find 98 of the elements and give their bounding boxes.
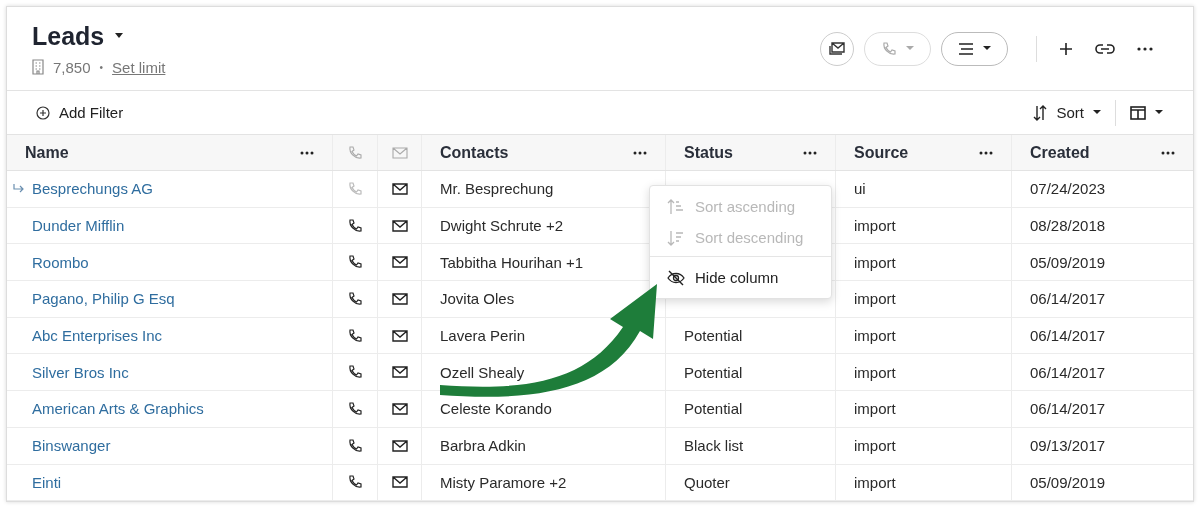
- source-cell: import: [854, 473, 896, 491]
- lead-name-link[interactable]: Roombo: [13, 253, 89, 271]
- created-cell: 05/09/2019: [1030, 473, 1106, 491]
- column-header: Created: [1030, 143, 1090, 162]
- status-cell: Potential: [684, 327, 743, 345]
- lead-name-link[interactable]: Abc Enterprises Inc: [13, 327, 163, 345]
- more-icon[interactable]: [1161, 150, 1175, 155]
- phone-icon[interactable]: [347, 327, 363, 344]
- source-cell: import: [854, 437, 896, 455]
- created-cell: 06/14/2017: [1030, 327, 1106, 345]
- more-icon[interactable]: [300, 150, 314, 155]
- created-cell: 06/14/2017: [1030, 290, 1106, 308]
- link-icon[interactable]: [1095, 42, 1115, 55]
- contact-cell: Celeste Korando: [440, 400, 552, 418]
- contact-cell: Lavera Perin: [440, 327, 526, 345]
- add-circle-icon: [36, 105, 50, 120]
- eye-off-icon: [667, 269, 685, 286]
- column-header: Source: [854, 143, 909, 162]
- more-icon[interactable]: [803, 150, 817, 155]
- sort-button[interactable]: Sort: [1029, 104, 1105, 121]
- mail-icon[interactable]: [391, 182, 408, 195]
- phone-icon[interactable]: [347, 474, 363, 491]
- lead-name-link[interactable]: Besprechungs AG: [13, 180, 153, 198]
- phone-icon[interactable]: [347, 400, 363, 417]
- contact-cell: Misty Paramore +2: [440, 473, 567, 491]
- phone-icon[interactable]: [347, 217, 363, 234]
- caret-icon: [1093, 110, 1101, 115]
- sort-icon: [1033, 104, 1048, 121]
- contact-cell: Tabbitha Hourihan +1: [440, 253, 584, 271]
- mail-icon[interactable]: [391, 366, 408, 379]
- menu-icon: [958, 42, 974, 55]
- separator: •: [99, 61, 104, 73]
- column-header: Status: [684, 143, 733, 162]
- more-icon[interactable]: [633, 150, 647, 155]
- phone-icon[interactable]: [347, 437, 363, 454]
- source-cell: ui: [854, 180, 866, 198]
- column-header: Name: [25, 143, 69, 162]
- status-cell: Black list: [684, 437, 744, 455]
- source-cell: import: [854, 327, 896, 345]
- contact-cell: Barbra Adkin: [440, 437, 526, 455]
- status-cell: Quoter: [684, 473, 730, 491]
- columns-icon: [1130, 105, 1146, 120]
- sort-descending-icon: [667, 229, 685, 246]
- mail-icon: [391, 146, 408, 159]
- column-header: Contacts: [440, 143, 509, 162]
- more-icon[interactable]: [979, 150, 993, 155]
- email-button[interactable]: [820, 31, 854, 66]
- created-cell: 08/28/2018: [1030, 217, 1106, 235]
- menu-item[interactable]: Hide column: [650, 262, 831, 293]
- source-cell: import: [854, 290, 896, 308]
- set-limit-link[interactable]: Set limit: [112, 58, 166, 76]
- more-icon[interactable]: [1137, 46, 1153, 51]
- lead-name-link[interactable]: American Arts & Graphics: [13, 400, 204, 418]
- lead-name-link[interactable]: Einti: [13, 473, 62, 491]
- phone-icon[interactable]: [347, 364, 363, 381]
- source-cell: import: [854, 363, 896, 381]
- status-cell: Potential: [684, 400, 743, 418]
- status-cell: Potential: [684, 363, 743, 381]
- source-cell: import: [854, 400, 896, 418]
- caret-icon: [1155, 110, 1163, 115]
- mail-icon[interactable]: [391, 439, 408, 452]
- phone-icon[interactable]: [347, 254, 363, 271]
- mail-icon[interactable]: [391, 329, 408, 342]
- record-count: 7,850: [53, 58, 91, 76]
- lead-name-link[interactable]: Silver Bros Inc: [13, 363, 129, 381]
- lead-name-link[interactable]: Binswanger: [13, 437, 111, 455]
- caret-icon: [906, 46, 914, 51]
- mail-icon[interactable]: [391, 476, 408, 489]
- mail-icon[interactable]: [391, 292, 408, 305]
- phone-icon: [881, 40, 897, 57]
- source-cell: import: [854, 253, 896, 271]
- phone-icon[interactable]: [347, 290, 363, 307]
- add-filter-button[interactable]: Add Filter: [32, 104, 128, 121]
- lead-name-link[interactable]: Dunder Mifflin: [13, 217, 125, 235]
- mail-icon[interactable]: [391, 219, 408, 232]
- caret-icon: [983, 46, 991, 51]
- mail-icon[interactable]: [391, 256, 408, 269]
- created-cell: 06/14/2017: [1030, 363, 1106, 381]
- created-cell: 09/13/2017: [1030, 437, 1106, 455]
- mail-icon[interactable]: [391, 402, 408, 415]
- menu-button[interactable]: [941, 31, 1008, 66]
- created-cell: 07/24/2023: [1030, 180, 1106, 198]
- source-cell: import: [854, 217, 896, 235]
- contact-cell: Dwight Schrute +2: [440, 217, 563, 235]
- add-icon[interactable]: [1059, 41, 1073, 56]
- sort-ascending-icon: [667, 198, 685, 215]
- caret-icon[interactable]: [114, 33, 125, 39]
- mail-stack-icon: [828, 40, 846, 57]
- created-cell: 06/14/2017: [1030, 400, 1106, 418]
- building-icon: [32, 59, 44, 75]
- contact-cell: Jovita Oles: [440, 290, 515, 308]
- lead-name-link[interactable]: Pagano, Philip G Esq: [13, 290, 175, 308]
- page-title: Leads: [32, 21, 105, 51]
- created-cell: 05/09/2019: [1030, 253, 1106, 271]
- contact-cell: Mr. Besprechung: [440, 180, 554, 198]
- phone-icon: [347, 144, 363, 161]
- contact-cell: Ozell Shealy: [440, 363, 525, 381]
- sub-item-icon: [13, 184, 25, 195]
